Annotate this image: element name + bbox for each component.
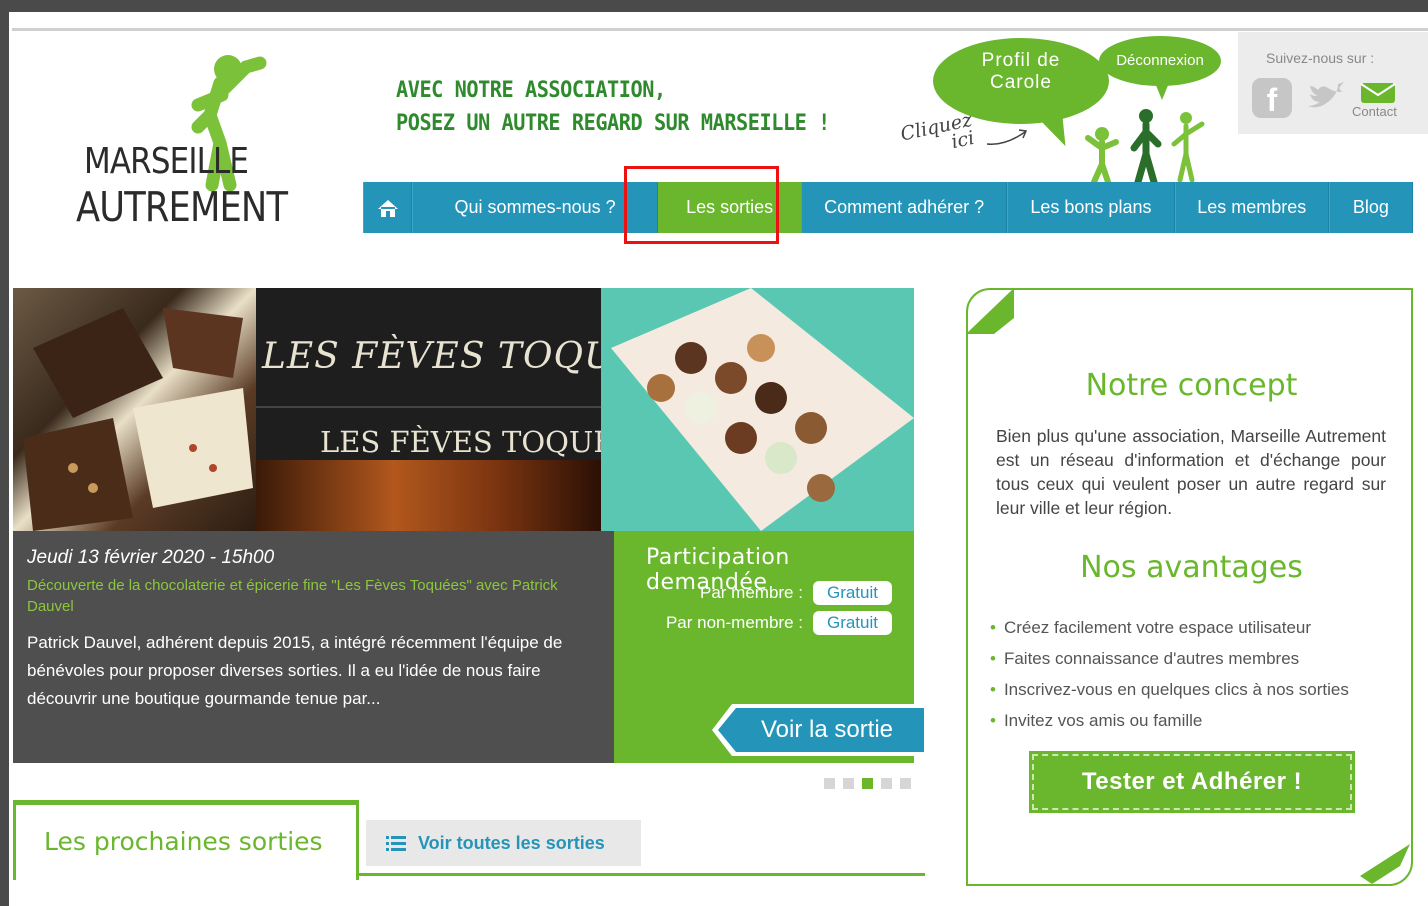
slider-dot-5[interactable] <box>900 778 911 789</box>
event-slider: LES FÈVES TOQUÉES LES FÈVES TOQUÉES Jeud… <box>13 288 914 763</box>
curved-arrow-icon <box>986 129 1028 145</box>
social-box: Suivez-nous sur : f Contact <box>1238 32 1428 134</box>
tab-prochaines-sorties-label: Les prochaines sorties <box>44 827 323 856</box>
nonmember-price-badge: Gratuit <box>812 611 892 635</box>
chocolate-bars-photo <box>13 288 256 531</box>
shop-sign-divider <box>256 406 601 408</box>
nonmember-price-label: Par non-membre : <box>665 613 803 632</box>
slogan-line-2: POSEZ UN AUTRE REGARD SUR MARSEILLE ! <box>396 111 830 136</box>
slider-dot-1[interactable] <box>824 778 835 789</box>
window-frame-left <box>0 0 9 906</box>
nav-item-qui-sommes-nous[interactable]: Qui sommes-nous ? <box>412 182 659 233</box>
header-divider <box>12 28 1428 31</box>
window-frame-top <box>0 0 1428 12</box>
shop-sign-text: LES FÈVES TOQUÉES <box>320 425 601 459</box>
concept-text: Bien plus qu'une association, Marseille … <box>996 426 1386 518</box>
shop-title-large: LES FÈVES TOQUÉES <box>262 336 601 377</box>
voir-sortie-button[interactable]: Voir la sortie <box>718 708 924 752</box>
member-price-badge: Gratuit <box>812 581 892 605</box>
mail-icon[interactable] <box>1360 82 1396 104</box>
slogan-line-1: AVEC NOTRE ASSOCIATION, <box>396 78 666 103</box>
chocolate-pieces-graphic <box>23 308 253 531</box>
site-logo[interactable]: MARSEILLE AUTREMENT <box>70 45 310 235</box>
people-figures-icon <box>1085 109 1205 184</box>
logout-bubble-button[interactable]: Déconnexion <box>1099 36 1221 100</box>
logo-line-2: AUTREMENT <box>76 183 288 231</box>
nav-item-comment-adherer[interactable]: Comment adhérer ? <box>801 182 1008 233</box>
panel-fold-decoration <box>1360 844 1410 884</box>
nonmember-price-row: Par non-membre : Gratuit <box>666 611 892 635</box>
tab-prochaines-sorties[interactable]: Les prochaines sorties <box>13 800 359 880</box>
profile-line-1: Profil de <box>981 50 1061 71</box>
contact-link[interactable]: Contact <box>1352 104 1397 119</box>
list-icon <box>386 836 406 851</box>
logo-line-1: MARSEILLE <box>84 141 249 182</box>
slider-pagination <box>824 778 911 789</box>
event-date: Jeudi 13 février 2020 - 15h00 <box>27 547 275 568</box>
nav-item-bons-plans[interactable]: Les bons plans <box>1007 182 1175 233</box>
advantage-item: Créez facilement votre espace utilisateu… <box>990 612 1349 643</box>
home-icon <box>377 199 398 217</box>
advantage-item: Invitez vos amis ou famille <box>990 705 1349 736</box>
tab-underline <box>359 873 925 876</box>
main-navigation: Qui sommes-nous ? Les sorties Comment ad… <box>363 182 1413 233</box>
panel-corner-decoration <box>966 288 1014 334</box>
advantage-item: Faites connaissance d'autres membres <box>990 643 1349 674</box>
nav-item-les-membres[interactable]: Les membres <box>1174 182 1329 233</box>
concept-title: Notre concept <box>1085 368 1298 403</box>
facebook-icon[interactable]: f <box>1252 78 1292 118</box>
tester-adherer-button[interactable]: Tester et Adhérer ! <box>1029 751 1355 813</box>
concept-panel: Notre concept Bien plus qu'une associati… <box>966 288 1413 886</box>
shop-window <box>256 460 601 531</box>
advantages-title: Nos avantages <box>1080 550 1303 585</box>
event-summary: Jeudi 13 février 2020 - 15h00 Découverte… <box>13 531 614 763</box>
slogan: AVEC NOTRE ASSOCIATION, POSEZ UN AUTRE R… <box>396 74 830 140</box>
tab-voir-toutes-sorties[interactable]: Voir toutes les sorties <box>366 820 641 866</box>
member-price-label: Par membre : <box>699 583 803 602</box>
member-price-row: Par membre : Gratuit <box>700 581 892 605</box>
slider-dot-4[interactable] <box>881 778 892 789</box>
nav-selection-highlight <box>624 166 779 244</box>
shop-front-photo: LES FÈVES TOQUÉES LES FÈVES TOQUÉES <box>256 288 601 531</box>
nav-home-button[interactable] <box>363 182 413 233</box>
twitter-icon[interactable] <box>1304 80 1344 114</box>
event-subtitle-link[interactable]: Découverte de la chocolaterie et épiceri… <box>27 575 587 617</box>
click-here-hint: Cliquez ici <box>899 109 977 161</box>
tab-voir-toutes-sorties-label: Voir toutes les sorties <box>418 832 605 853</box>
chocolate-box-graphic <box>611 288 914 531</box>
advantages-list: Créez facilement votre espace utilisateu… <box>990 612 1349 736</box>
nav-item-blog[interactable]: Blog <box>1328 182 1413 233</box>
social-title: Suivez-nous sur : <box>1266 50 1375 66</box>
profile-line-2: Carole <box>990 72 1052 93</box>
event-description: Patrick Dauvel, adhérent depuis 2015, a … <box>27 633 563 708</box>
slider-dot-2[interactable] <box>843 778 854 789</box>
slider-dot-3[interactable] <box>862 778 873 789</box>
chocolate-box-photo <box>601 288 914 531</box>
advantage-item: Inscrivez-vous en quelques clics à nos s… <box>990 674 1349 705</box>
